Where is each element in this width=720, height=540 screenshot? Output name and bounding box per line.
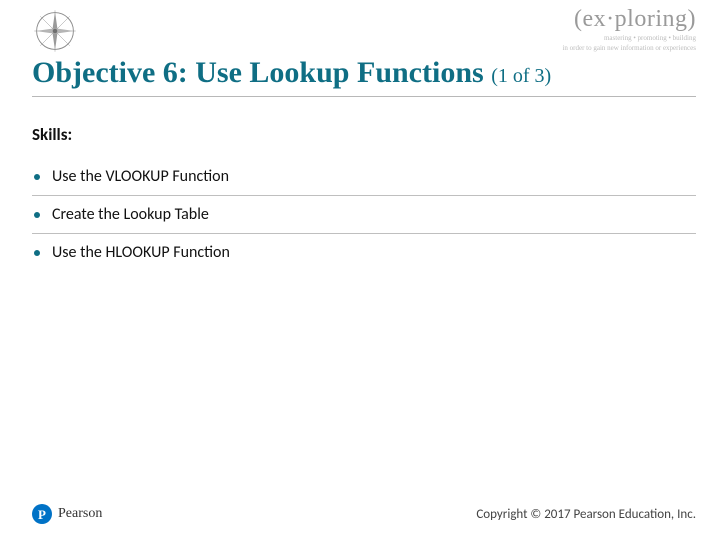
- copyright-text: Copyright © 2017 Pearson Education, Inc.: [476, 507, 696, 522]
- publisher-badge-icon: P: [32, 504, 52, 524]
- brand-logo: (ex·ploring) mastering • promoting • bui…: [562, 6, 696, 52]
- bullet-list: Use the VLOOKUP Function Create the Look…: [32, 158, 696, 271]
- bullet-text: Use the HLOOKUP Function: [52, 243, 230, 262]
- brand-tagline-1: mastering • promoting • building: [562, 35, 696, 43]
- bullet-icon: [34, 212, 40, 218]
- compass-icon: [32, 8, 78, 54]
- publisher-logo: P Pearson: [32, 504, 102, 524]
- title-main: Objective 6: Use Lookup Functions: [32, 56, 484, 89]
- bullet-text: Use the VLOOKUP Function: [52, 167, 229, 186]
- list-item: Create the Lookup Table: [32, 196, 696, 234]
- bullet-text: Create the Lookup Table: [52, 205, 209, 224]
- brand-tagline-2: in order to gain new information or expe…: [562, 45, 696, 53]
- slide: (ex·ploring) mastering • promoting • bui…: [0, 0, 720, 540]
- brand-word: (ex·ploring): [562, 6, 696, 33]
- slide-title: Objective 6: Use Lookup Functions (1 of …: [32, 56, 696, 97]
- bullet-icon: [34, 250, 40, 256]
- publisher-name: Pearson: [58, 506, 102, 522]
- list-item: Use the HLOOKUP Function: [32, 234, 696, 271]
- title-counter: (1 of 3): [491, 65, 551, 87]
- skills-label: Skills:: [32, 124, 72, 145]
- bullet-icon: [34, 174, 40, 180]
- footer: P Pearson Copyright © 2017 Pearson Educa…: [32, 504, 696, 524]
- list-item: Use the VLOOKUP Function: [32, 158, 696, 196]
